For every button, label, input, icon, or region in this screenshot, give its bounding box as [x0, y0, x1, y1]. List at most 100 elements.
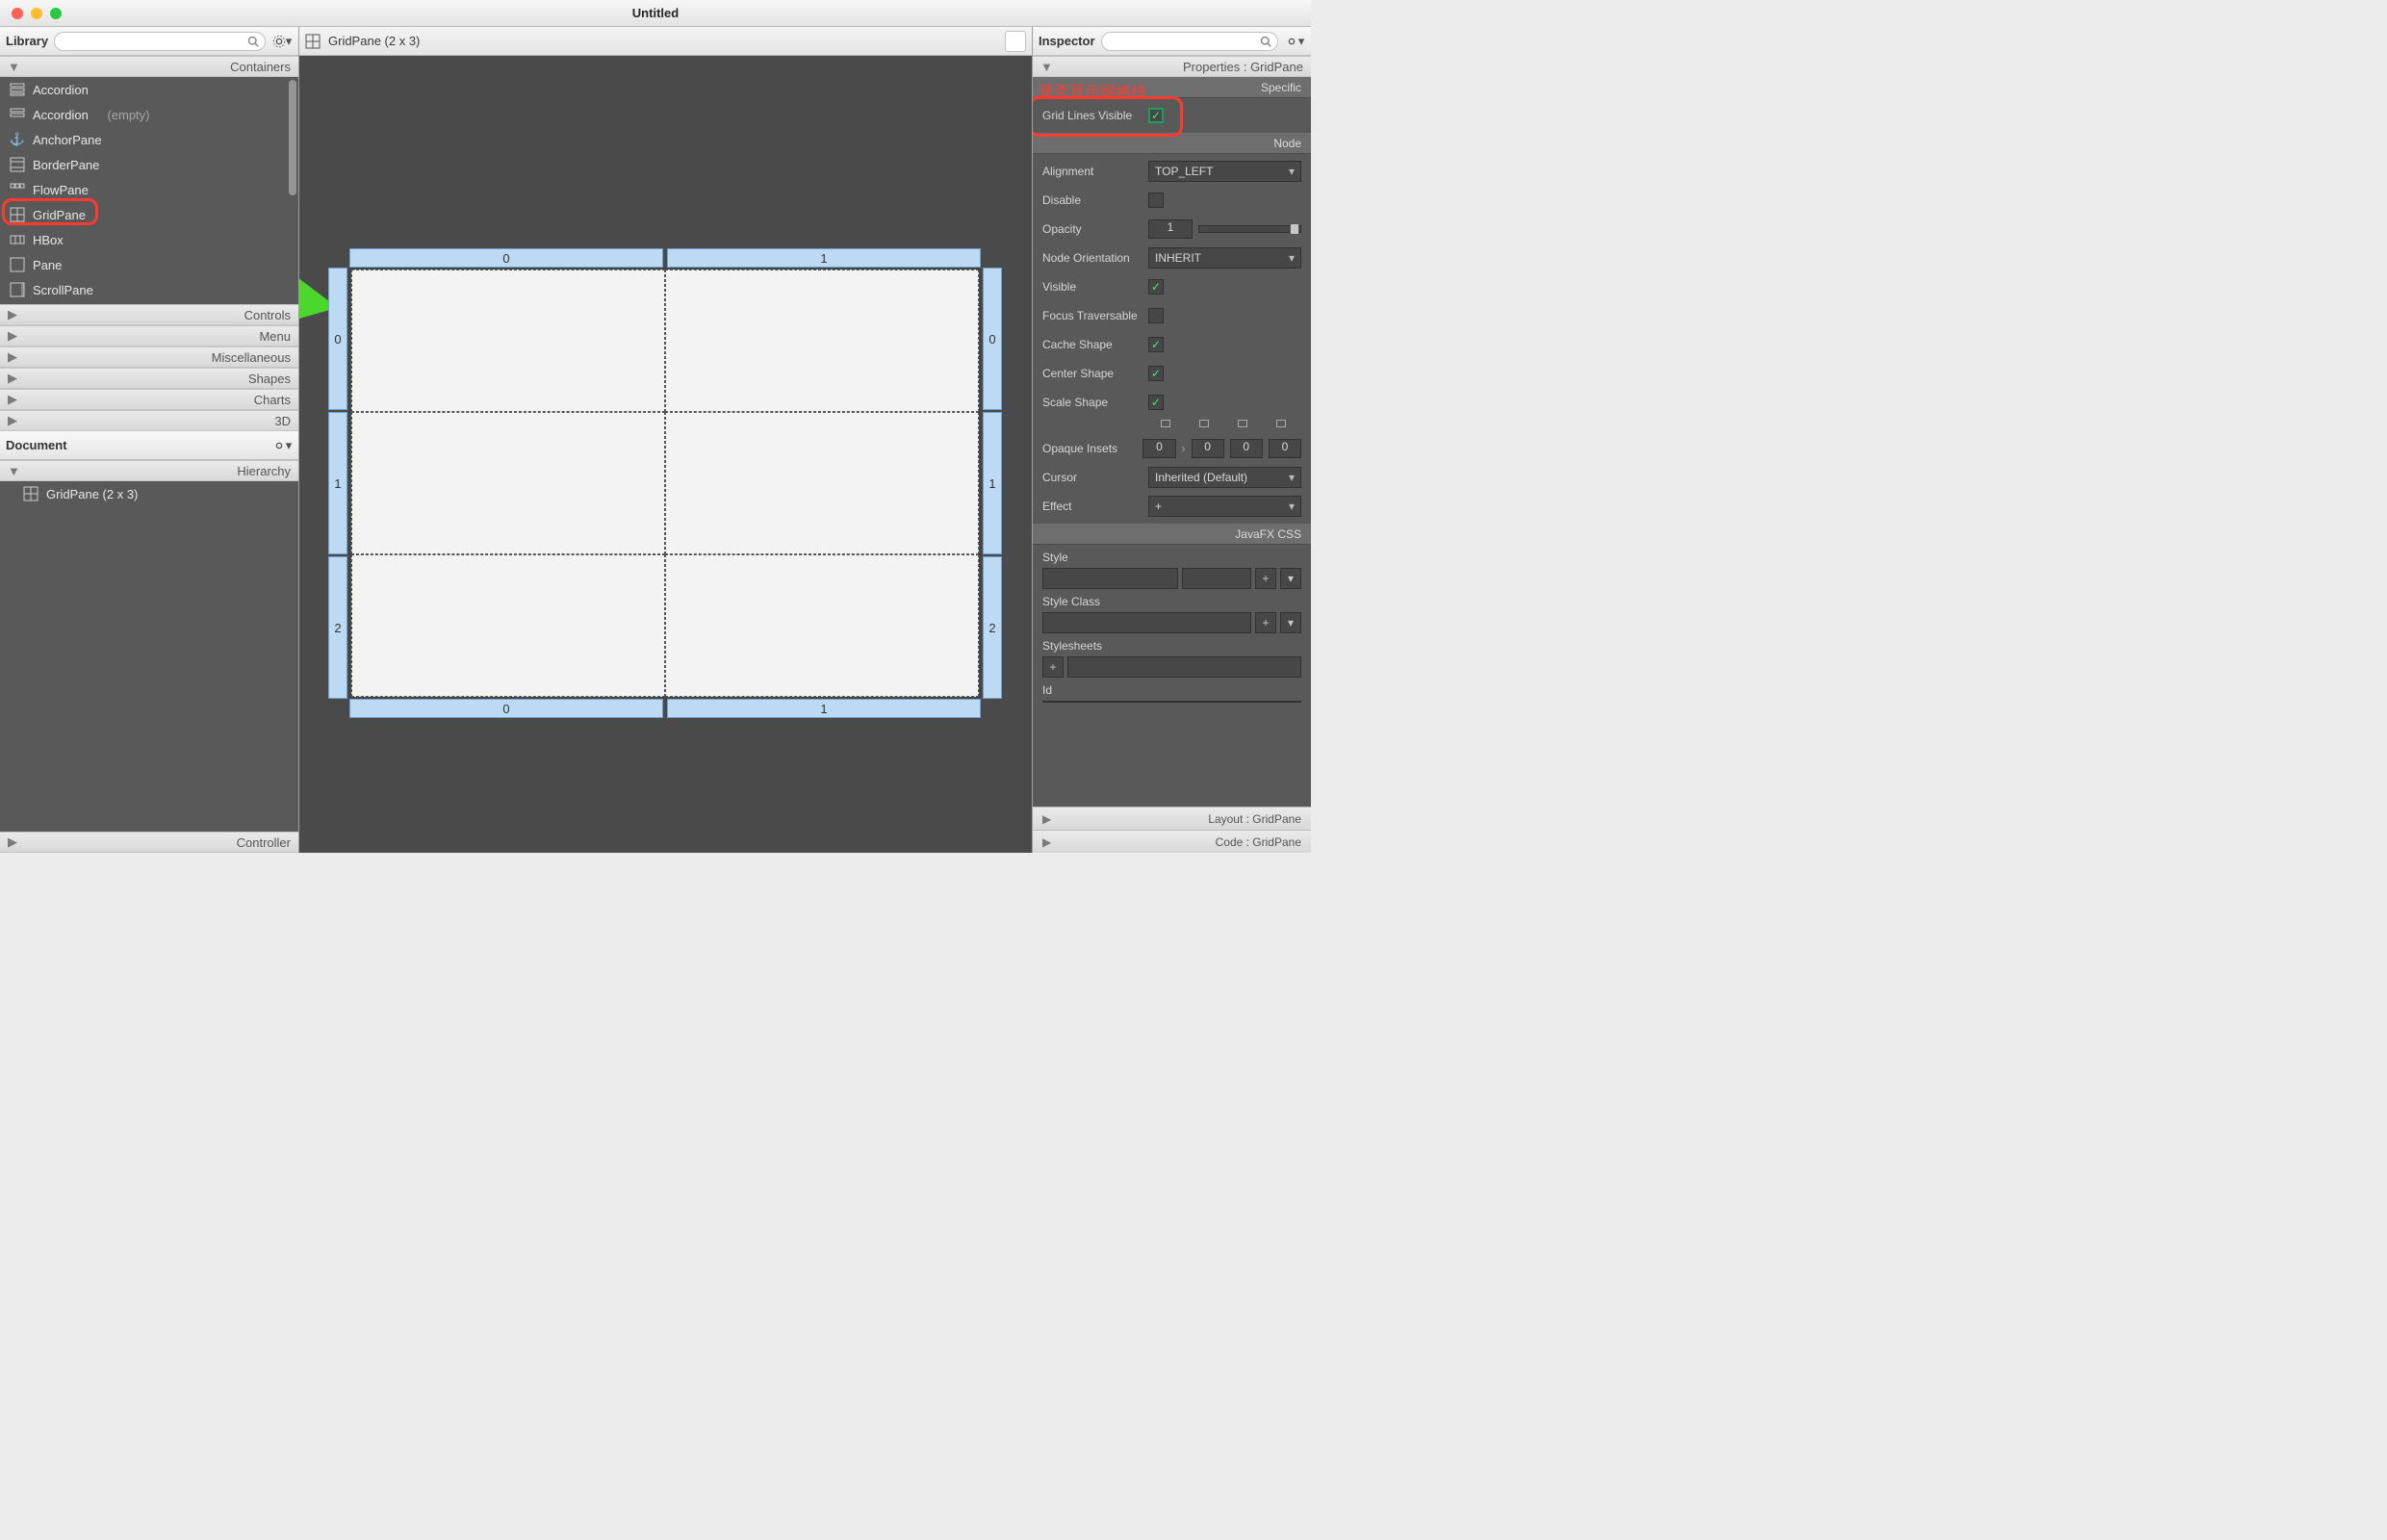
inspector-section-layout[interactable]: ▶Layout : GridPane — [1033, 807, 1311, 830]
gridpane-icon — [305, 34, 321, 49]
accordion-icon — [10, 82, 25, 97]
library-item-borderpane[interactable]: BorderPane — [0, 152, 298, 177]
stylesheets-input[interactable] — [1067, 656, 1301, 678]
style-class-add-button[interactable]: + — [1255, 612, 1276, 633]
grid-cell-2-1[interactable] — [665, 554, 979, 697]
accordion-icon — [10, 107, 25, 122]
stylesheets-add-button[interactable]: + — [1042, 656, 1064, 678]
library-scrollbar[interactable] — [289, 80, 296, 195]
hierarchy-root-item[interactable]: GridPane (2 x 3) — [0, 481, 298, 506]
grid-col-header-1-top[interactable]: 1 — [667, 248, 981, 268]
library-section-menu[interactable]: ▶Menu — [0, 325, 298, 346]
inspector-section-properties[interactable]: ▼Properties : GridPane — [1033, 56, 1311, 77]
document-section-controller[interactable]: ▶Controller — [0, 832, 298, 853]
style-class-menu-button[interactable]: ▾ — [1280, 612, 1301, 633]
css-analyser-button[interactable] — [1005, 31, 1026, 52]
opacity-slider[interactable] — [1198, 225, 1301, 233]
opacity-input[interactable]: 1 — [1148, 219, 1193, 239]
chevron-right-icon: ▶ — [8, 328, 21, 344]
focus-traversable-checkbox[interactable] — [1148, 308, 1164, 323]
chevron-right-icon: ▶ — [8, 834, 21, 850]
grid-cell-1-0[interactable] — [351, 412, 665, 554]
style-add-button[interactable]: + — [1255, 568, 1276, 589]
grid-col-header-0-bottom[interactable]: 0 — [349, 699, 663, 718]
center-column: GridPane (2 x 3) 0 1 0 — [299, 27, 1032, 853]
library-item-accordion-empty[interactable]: Accordion (empty) — [0, 102, 298, 127]
style-key-input[interactable] — [1042, 568, 1178, 589]
chevron-right-icon: ▶ — [1042, 835, 1051, 849]
effect-select[interactable]: + — [1148, 496, 1301, 517]
library-item-pane[interactable]: Pane — [0, 252, 298, 277]
cache-shape-checkbox[interactable]: ✓ — [1148, 337, 1164, 352]
anchor-icon: ⚓ — [10, 132, 25, 147]
prop-group-specific: Specific — [1033, 77, 1311, 98]
search-icon — [247, 36, 259, 47]
grid-cell-0-1[interactable] — [665, 270, 979, 412]
library-section-shapes[interactable]: ▶Shapes — [0, 368, 298, 389]
grid-row-header-2-left[interactable]: 2 — [328, 556, 347, 699]
library-menu-button[interactable]: ▾ — [271, 32, 293, 51]
disable-checkbox[interactable] — [1148, 192, 1164, 208]
scrollpane-icon — [10, 282, 25, 297]
inspector-title: Inspector — [1039, 34, 1095, 48]
library-search-input[interactable] — [54, 32, 266, 51]
library-section-misc[interactable]: ▶Miscellaneous — [0, 346, 298, 368]
hbox-icon — [10, 232, 25, 247]
zoom-window-button[interactable] — [50, 8, 62, 19]
breadcrumb-bar: GridPane (2 x 3) — [299, 27, 1032, 56]
library-item-hbox[interactable]: HBox — [0, 227, 298, 252]
id-input[interactable] — [1042, 701, 1301, 703]
borderpane-icon — [10, 157, 25, 172]
minimize-window-button[interactable] — [31, 8, 42, 19]
cursor-select[interactable]: Inherited (Default) — [1148, 467, 1301, 488]
chevron-down-icon: ▼ — [8, 60, 21, 74]
library-section-3d[interactable]: ▶3D — [0, 410, 298, 431]
library-item-anchorpane[interactable]: ⚓ AnchorPane — [0, 127, 298, 152]
grid-cell-1-1[interactable] — [665, 412, 979, 554]
alignment-select[interactable]: TOP_LEFT — [1148, 161, 1301, 182]
grid-lines-visible-checkbox[interactable]: ✓ — [1148, 108, 1164, 123]
grid-cell-0-0[interactable] — [351, 270, 665, 412]
hierarchy-tree: GridPane (2 x 3) — [0, 481, 298, 832]
library-section-containers[interactable]: ▼ Containers — [0, 56, 298, 77]
style-value-input[interactable] — [1182, 568, 1251, 589]
opaque-insets-top[interactable]: 0 — [1142, 439, 1175, 458]
node-orientation-select[interactable]: INHERIT — [1148, 247, 1301, 269]
grid-col-header-0-top[interactable]: 0 — [349, 248, 663, 268]
document-section-hierarchy[interactable]: ▼Hierarchy — [0, 460, 298, 481]
opaque-insets-bottom[interactable]: 0 — [1230, 439, 1263, 458]
library-item-accordion[interactable]: Accordion — [0, 77, 298, 102]
grid-row-header-2-right[interactable]: 2 — [983, 556, 1002, 699]
grid-cell-2-0[interactable] — [351, 554, 665, 697]
gear-icon — [272, 35, 286, 48]
style-class-input[interactable] — [1042, 612, 1251, 633]
opaque-insets-right[interactable]: 0 — [1192, 439, 1224, 458]
grid-row-header-0-left[interactable]: 0 — [328, 268, 347, 410]
style-menu-button[interactable]: ▾ — [1280, 568, 1301, 589]
opaque-insets-left[interactable]: 0 — [1269, 439, 1301, 458]
gridpane-icon — [23, 486, 38, 501]
visible-checkbox[interactable]: ✓ — [1148, 279, 1164, 295]
library-item-scrollpane[interactable]: ScrollPane — [0, 277, 298, 302]
library-section-controls[interactable]: ▶Controls — [0, 304, 298, 325]
gridpane-design-node[interactable]: 0 1 0 1 2 — [328, 248, 1002, 718]
inspector-search-input[interactable] — [1101, 32, 1278, 51]
library-item-flowpane[interactable]: FlowPane — [0, 177, 298, 202]
grid-col-header-1-bottom[interactable]: 1 — [667, 699, 981, 718]
close-window-button[interactable] — [12, 8, 23, 19]
library-item-gridpane[interactable]: GridPane — [0, 202, 298, 227]
design-canvas[interactable]: 0 1 0 1 2 — [299, 56, 1032, 853]
breadcrumb-label[interactable]: GridPane (2 x 3) — [328, 34, 420, 48]
document-menu-button[interactable]: ▾ — [271, 436, 293, 455]
inspector-section-code[interactable]: ▶Code : GridPane — [1033, 830, 1311, 853]
grid-row-header-1-right[interactable]: 1 — [983, 412, 1002, 554]
gear-icon — [272, 439, 286, 452]
scale-shape-checkbox[interactable]: ✓ — [1148, 395, 1164, 410]
inspector-menu-button[interactable]: ▾ — [1284, 32, 1305, 51]
center-shape-checkbox[interactable]: ✓ — [1148, 366, 1164, 381]
inspector-column: Inspector ▾ ▼Properties : GridPane 是否显示网… — [1032, 27, 1311, 853]
library-section-charts[interactable]: ▶Charts — [0, 389, 298, 410]
gridpane-icon — [10, 207, 25, 222]
grid-row-header-1-left[interactable]: 1 — [328, 412, 347, 554]
grid-row-header-0-right[interactable]: 0 — [983, 268, 1002, 410]
